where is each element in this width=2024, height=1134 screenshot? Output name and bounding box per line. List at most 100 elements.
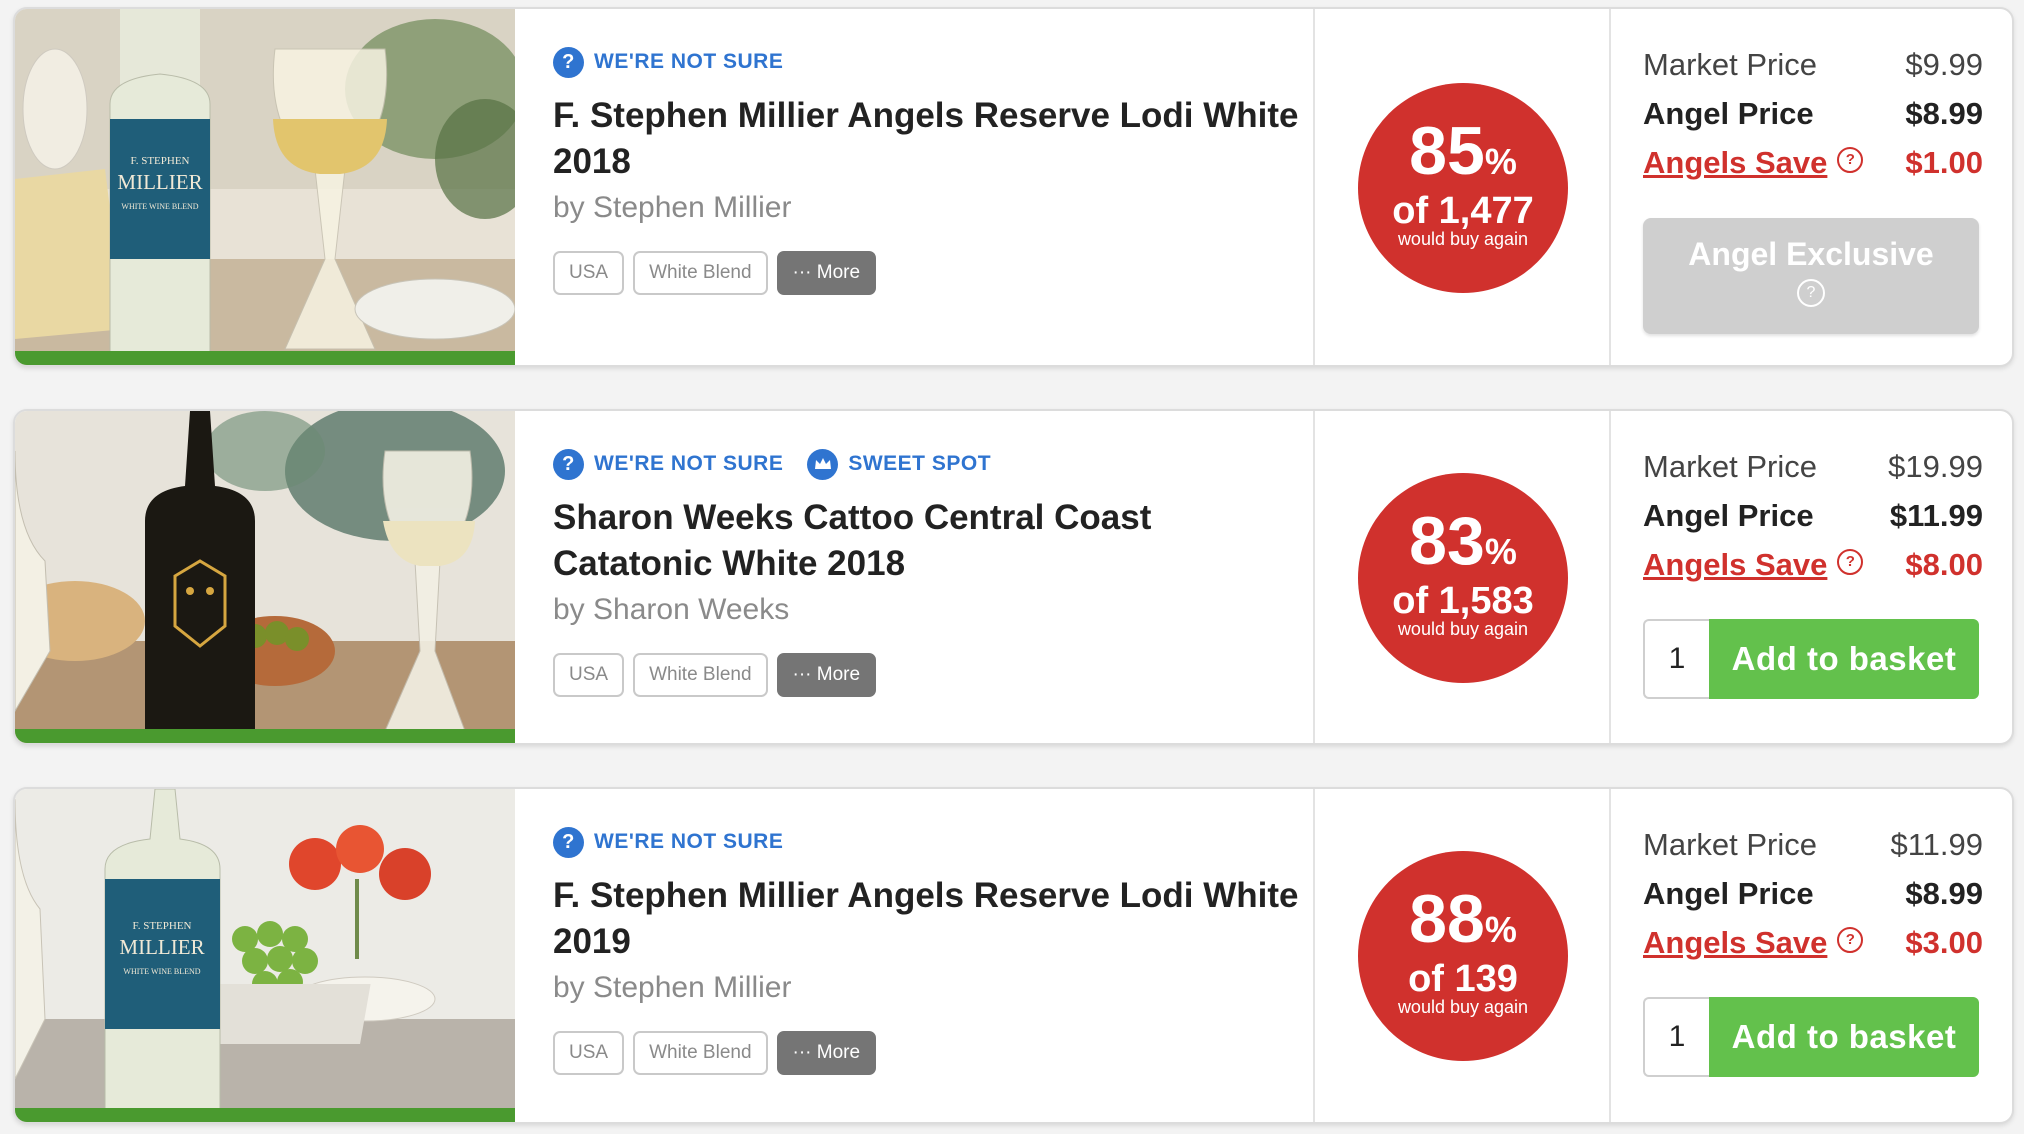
angels-save-link[interactable]: Angels Save <box>1643 547 1827 582</box>
accent-bar <box>15 351 515 365</box>
product-image[interactable] <box>15 411 515 743</box>
angels-save-link[interactable]: Angels Save <box>1643 925 1827 960</box>
rating-badge: 88% of 139 would buy again <box>1358 851 1568 1061</box>
market-price-label: Market Price <box>1643 46 1817 82</box>
product-image[interactable]: F. STEPHEN MILLIER WHITE WINE BLEND <box>15 789 515 1122</box>
question-icon: ? <box>553 448 584 480</box>
quantity-input[interactable]: 1 <box>1643 619 1709 699</box>
flag-not-sure[interactable]: ? WE'RE NOT SURE <box>553 448 784 480</box>
add-to-basket-button[interactable]: Add to basket <box>1709 997 1979 1077</box>
help-icon[interactable]: ? <box>1837 926 1864 953</box>
crown-icon <box>807 448 839 480</box>
rating-badge: 83% of 1,583 would buy again <box>1358 473 1568 683</box>
rating-caption: would buy again <box>1397 619 1529 639</box>
product-image[interactable]: F. STEPHEN MILLIER WHITE WINE BLEND <box>15 9 515 365</box>
tag-style[interactable]: White Blend <box>633 653 768 697</box>
more-tags-button[interactable]: ··· More <box>776 1031 877 1075</box>
market-price-label: Market Price <box>1643 826 1817 862</box>
bottle-label-text: F. STEPHEN <box>130 155 189 167</box>
help-icon[interactable]: ? <box>1837 146 1864 173</box>
producer-name[interactable]: by Sharon Weeks <box>553 593 1313 627</box>
angel-price-value: $8.99 <box>1905 875 1983 911</box>
product-info: ? WE'RE NOT SURE SWEET SPOT Sharon Weeks… <box>553 447 1313 697</box>
product-name[interactable]: F. Stephen Millier Angels Reserve Lodi W… <box>553 93 1313 185</box>
angels-save-value: $3.00 <box>1905 924 1983 960</box>
bottle-label-text: MILLIER <box>119 935 204 959</box>
basket-controls: 1 Add to basket <box>1643 619 1979 699</box>
bottle-label-text: WHITE WINE BLEND <box>123 967 200 976</box>
price-panel: Market Price $9.99 Angel Price $8.99 Ang… <box>1643 40 1983 187</box>
add-to-basket-button[interactable]: Add to basket <box>1709 619 1979 699</box>
divider <box>1609 9 1611 365</box>
wine-bottle-image <box>15 411 515 743</box>
rating-count: of 1,477 <box>1392 190 1534 232</box>
flag-label: WE'RE NOT SURE <box>594 452 784 475</box>
flag-list: ? WE'RE NOT SURE <box>553 825 1313 859</box>
producer-name[interactable]: by Stephen Millier <box>553 971 1313 1005</box>
bottle-label-text: MILLIER <box>117 170 202 194</box>
rating-count: of 139 <box>1408 958 1518 1000</box>
flag-list: ? WE'RE NOT SURE <box>553 45 1313 79</box>
flag-list: ? WE'RE NOT SURE SWEET SPOT <box>553 447 1313 481</box>
market-price-label: Market Price <box>1643 448 1817 484</box>
angel-price-label: Angel Price <box>1643 875 1814 911</box>
product-name[interactable]: F. Stephen Millier Angels Reserve Lodi W… <box>553 873 1313 965</box>
flag-not-sure[interactable]: ? WE'RE NOT SURE <box>553 826 784 858</box>
accent-bar <box>15 1108 515 1122</box>
angel-exclusive-label: Angel Exclusive <box>1688 236 1934 272</box>
rating-badge: 85% of 1,477 would buy again <box>1358 83 1568 293</box>
accent-bar <box>15 729 515 743</box>
market-price-value: $11.99 <box>1890 826 1983 862</box>
more-tags-button[interactable]: ··· More <box>776 653 877 697</box>
tag-country[interactable]: USA <box>553 251 625 295</box>
product-name[interactable]: Sharon Weeks Cattoo Central Coast Catato… <box>553 495 1313 587</box>
flag-label: WE'RE NOT SURE <box>594 830 784 853</box>
rating-percent: 88% <box>1409 881 1517 957</box>
tag-list: USA White Blend ··· More <box>553 1031 1313 1075</box>
angel-price-value: $8.99 <box>1905 95 1983 131</box>
angel-price-label: Angel Price <box>1643 95 1814 131</box>
divider <box>1313 789 1315 1122</box>
angel-exclusive-button[interactable]: Angel Exclusive ? <box>1643 218 1979 334</box>
product-info: ? WE'RE NOT SURE F. Stephen Millier Ange… <box>553 825 1313 1075</box>
wine-bottle-image: F. STEPHEN MILLIER WHITE WINE BLEND <box>15 9 515 365</box>
angels-save-link[interactable]: Angels Save <box>1643 145 1827 180</box>
rating-caption: would buy again <box>1397 997 1529 1017</box>
flag-label: SWEET SPOT <box>848 452 992 475</box>
wine-bottle-image: F. STEPHEN MILLIER WHITE WINE BLEND <box>15 789 515 1122</box>
tag-style[interactable]: White Blend <box>633 251 768 295</box>
tag-list: USA White Blend ··· More <box>553 251 1313 295</box>
rating-caption: would buy again <box>1397 229 1529 249</box>
divider <box>1313 9 1315 365</box>
angels-save-value: $1.00 <box>1905 144 1983 180</box>
angels-save-value: $8.00 <box>1905 546 1983 582</box>
bottle-label-text: F. STEPHEN <box>132 920 191 932</box>
rating-percent: 85% <box>1409 113 1517 189</box>
flag-not-sure[interactable]: ? WE'RE NOT SURE <box>553 46 784 78</box>
product-info: ? WE'RE NOT SURE F. Stephen Millier Ange… <box>553 45 1313 295</box>
angel-price-value: $11.99 <box>1889 497 1983 533</box>
flag-sweet-spot[interactable]: SWEET SPOT <box>807 448 992 480</box>
basket-controls: 1 Add to basket <box>1643 997 1979 1077</box>
question-icon: ? <box>553 46 584 78</box>
tag-list: USA White Blend ··· More <box>553 653 1313 697</box>
angel-price-label: Angel Price <box>1643 497 1814 533</box>
help-icon[interactable]: ? <box>1837 548 1864 575</box>
help-icon[interactable]: ? <box>1797 279 1825 307</box>
price-panel: Market Price $11.99 Angel Price $8.99 An… <box>1643 820 1983 967</box>
bottle-label-text: WHITE WINE BLEND <box>121 202 198 211</box>
rating-count: of 1,583 <box>1392 580 1534 622</box>
flag-label: WE'RE NOT SURE <box>594 50 784 73</box>
rating-percent: 83% <box>1409 503 1517 579</box>
more-tags-button[interactable]: ··· More <box>776 251 877 295</box>
quantity-input[interactable]: 1 <box>1643 997 1709 1077</box>
market-price-value: $9.99 <box>1905 46 1983 82</box>
producer-name[interactable]: by Stephen Millier <box>553 191 1313 225</box>
market-price-value: $19.99 <box>1888 448 1983 484</box>
divider <box>1609 789 1611 1122</box>
tag-country[interactable]: USA <box>553 1031 625 1075</box>
tag-country[interactable]: USA <box>553 653 625 697</box>
price-panel: Market Price $19.99 Angel Price $11.99 A… <box>1643 442 1983 589</box>
product-card: F. STEPHEN MILLIER WHITE WINE BLEND ? WE… <box>13 787 2014 1124</box>
tag-style[interactable]: White Blend <box>633 1031 768 1075</box>
